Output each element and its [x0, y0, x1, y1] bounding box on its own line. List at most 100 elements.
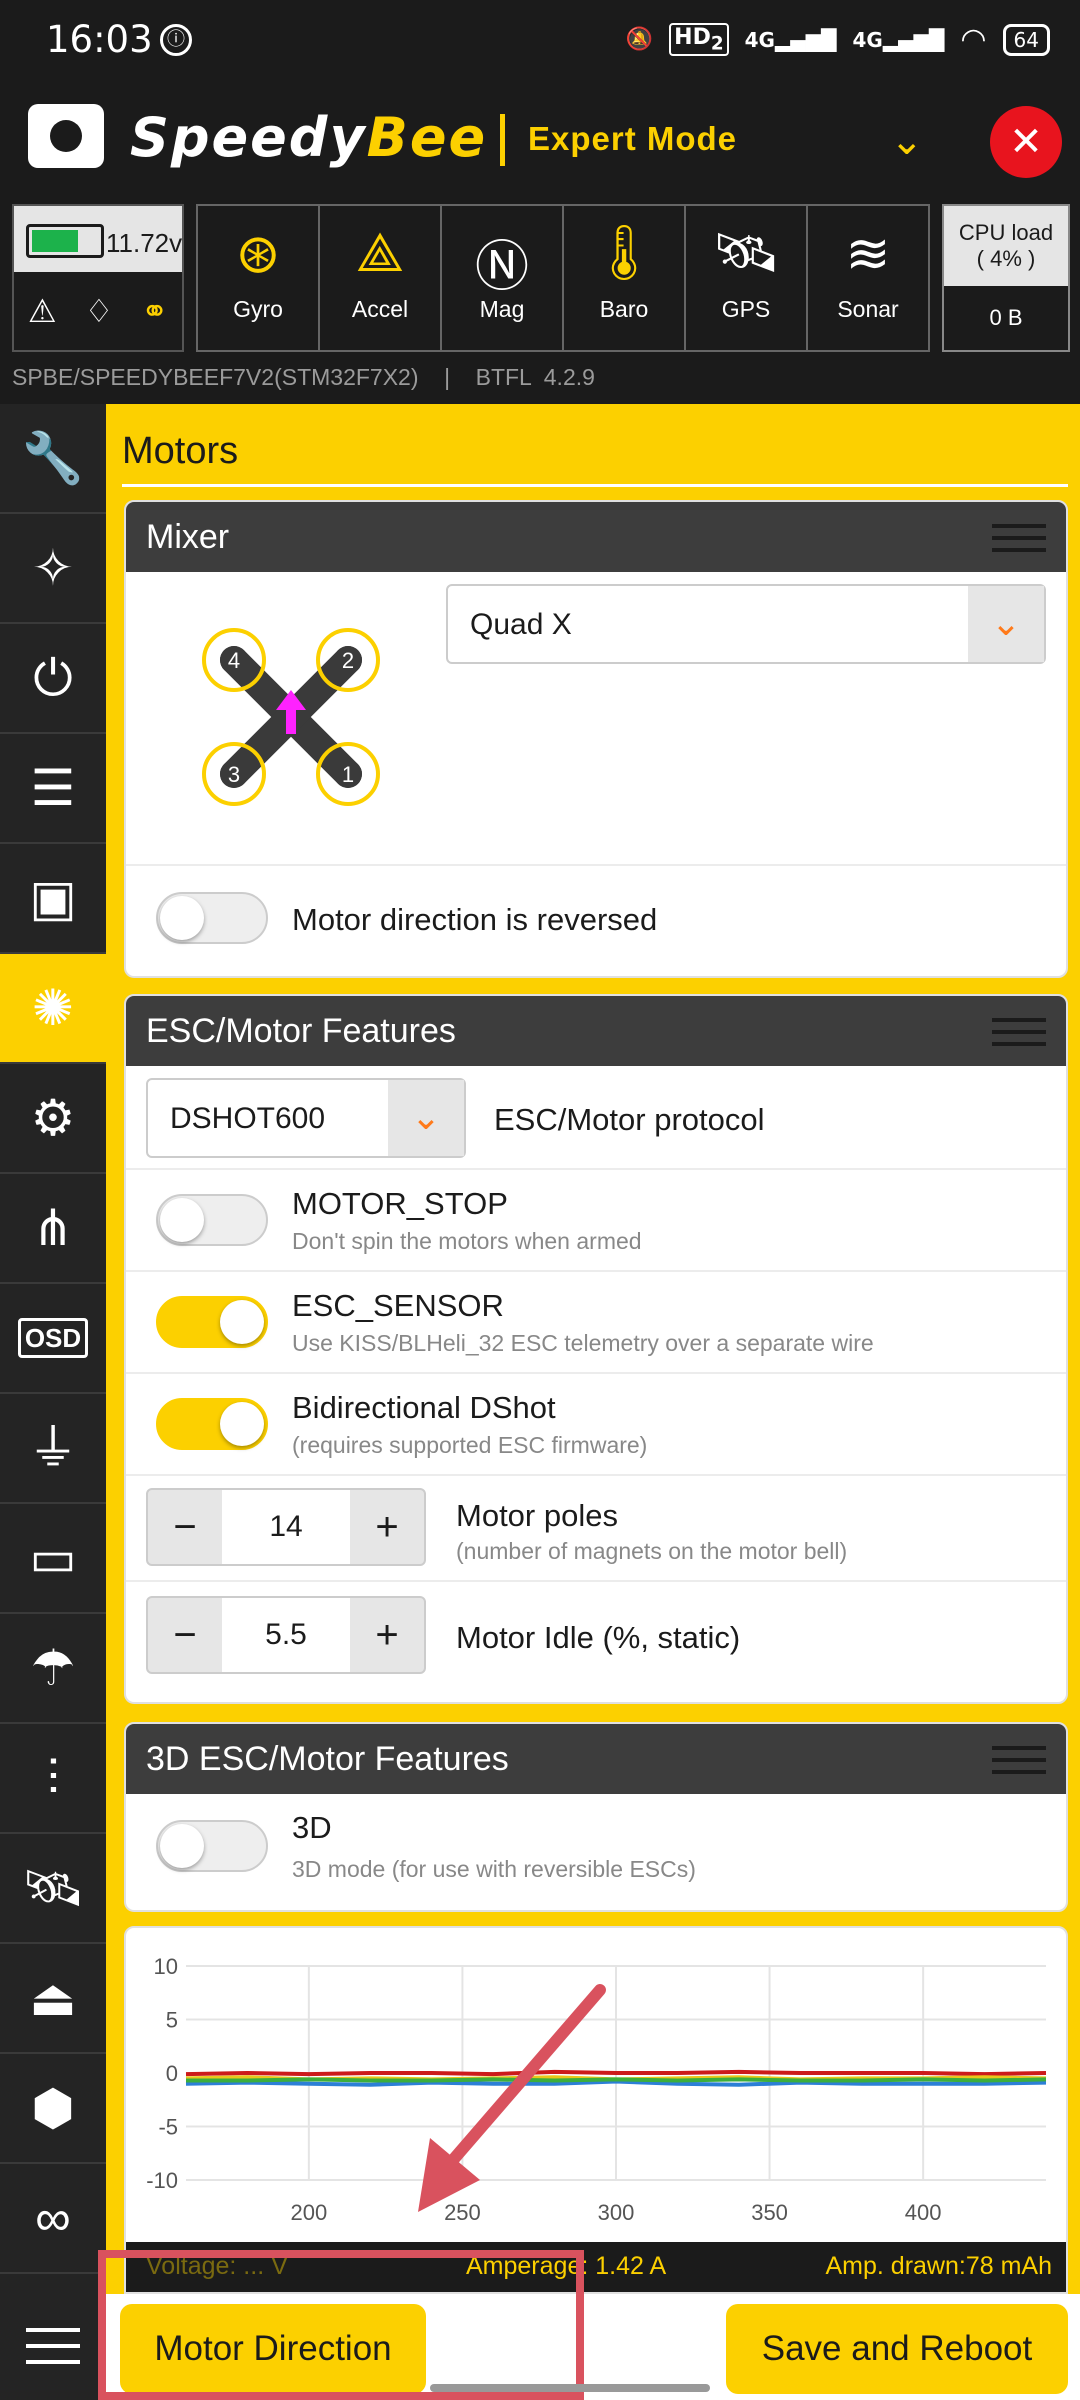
- sidebar-item-link[interactable]: ∞: [0, 2164, 106, 2274]
- sidebar-item-receiver[interactable]: ▣: [0, 844, 106, 954]
- memory-usage: 0 B: [989, 305, 1023, 330]
- y-tick-label: 10: [154, 1954, 178, 1979]
- reverse-label: Motor direction is reversed: [292, 902, 658, 937]
- sidebar-item-settings[interactable]: ⚙: [0, 1064, 106, 1174]
- gear-icon: ⚙: [30, 1090, 76, 1146]
- hd-badge: HD2: [669, 22, 729, 57]
- increment-button[interactable]: +: [350, 1598, 424, 1672]
- bidirectional-dshot-toggle[interactable]: [156, 1398, 268, 1450]
- sidebar-item-power[interactable]: ▭: [0, 1504, 106, 1614]
- series-line-0: [185, 2069, 1047, 2077]
- mixer-select[interactable]: Quad X ⌄: [446, 584, 1046, 664]
- link-icon: ⚭: [141, 293, 169, 329]
- toggles-icon: ☰: [30, 760, 76, 816]
- battery-level-icon: [26, 224, 104, 258]
- save-and-reboot-button[interactable]: Save and Reboot: [726, 2304, 1068, 2394]
- mode-selector[interactable]: Expert Mode: [528, 120, 737, 158]
- motors-page: Motors Mixer 4 2 3 1 Quad X ⌄ Motor dire…: [106, 404, 1080, 2294]
- warning-icon: ⚠: [27, 293, 57, 329]
- sidebar-item-led[interactable]: ⏏: [0, 1944, 106, 2054]
- mixer-panel: Mixer 4 2 3 1 Quad X ⌄ Motor direction i…: [124, 500, 1068, 978]
- motor-stop-row: MOTOR_STOP Don't spin the motors when ar…: [126, 1170, 1066, 1272]
- y-tick-label: -5: [158, 2115, 178, 2140]
- chevron-down-icon[interactable]: ⌄: [968, 586, 1044, 662]
- esc-3d-panel: 3D ESC/Motor Features 3D 3D mode (for us…: [124, 1722, 1068, 1912]
- motor-stop-toggle[interactable]: [156, 1194, 268, 1246]
- sidebar-item-vtx[interactable]: ⏚: [0, 1394, 106, 1504]
- status-time: 16:03: [46, 18, 153, 61]
- cube-icon: ⬢: [31, 2080, 75, 2136]
- sidebar-item-failsafe[interactable]: ☂: [0, 1614, 106, 1724]
- status-bar: 16:03 ⓘ 🔕 HD2 4G▂▄▆█ 4G▂▄▆█ ◠ 64: [0, 0, 1080, 84]
- drag-handle-icon[interactable]: [992, 1746, 1046, 1774]
- motor-poles-stepper: − 14 +: [146, 1488, 426, 1566]
- parachute-icon: ♢: [84, 293, 114, 329]
- sidebar-item-modes[interactable]: ⋔: [0, 1174, 106, 1284]
- brand-separator: [500, 114, 505, 166]
- decrement-button[interactable]: −: [148, 1490, 222, 1564]
- motor-idle-stepper: − 5.5 +: [146, 1596, 426, 1674]
- increment-button[interactable]: +: [350, 1490, 424, 1564]
- accel-icon: ⟁: [355, 223, 405, 283]
- svg-text:3: 3: [228, 762, 240, 787]
- wrench-icon: 🔧: [21, 430, 85, 486]
- drag-handle-icon[interactable]: [992, 1018, 1046, 1046]
- decrement-button[interactable]: −: [148, 1598, 222, 1672]
- sidebar-item-osd[interactable]: OSD: [0, 1284, 106, 1394]
- panel-header: Mixer: [126, 502, 1066, 572]
- y-tick-label: 0: [166, 2061, 178, 2086]
- sidebar-item-wizard[interactable]: ✧: [0, 514, 106, 624]
- sonar-icon: ≋: [845, 224, 891, 284]
- page-title: Motors: [122, 430, 239, 472]
- bidir-desc: (requires supported ESC firmware): [292, 1432, 648, 1458]
- protocol-label: ESC/Motor protocol: [494, 1102, 765, 1137]
- sensor-bar: 11.72v ⚠ ♢ ⚭ ⊛ Gyro ⟁ Accel Ⓝ Mag 🌡 Baro 🛰 GP…: [0, 200, 1080, 356]
- disconnect-button[interactable]: ✕: [990, 106, 1062, 178]
- satellite-icon: 🛰: [711, 223, 781, 283]
- sidebar-item-blackbox[interactable]: ⬢: [0, 2054, 106, 2164]
- protocol-row: DSHOT600 ⌄ ESC/Motor protocol: [126, 1066, 1066, 1170]
- sensor-gps: 🛰 GPS: [686, 206, 808, 350]
- esc-protocol-select[interactable]: DSHOT600 ⌄: [146, 1078, 466, 1158]
- battery-charge-icon: ▭: [29, 1530, 77, 1586]
- svg-text:4: 4: [228, 648, 240, 673]
- y-tick-label: 5: [166, 2008, 178, 2033]
- thermometer-icon: 🌡: [589, 223, 659, 283]
- motor-direction-reversed-toggle[interactable]: [156, 892, 268, 944]
- esc-sensor-toggle[interactable]: [156, 1296, 268, 1348]
- panel-header: ESC/Motor Features: [126, 996, 1066, 1066]
- sidebar-item-setup[interactable]: 🔧: [0, 404, 106, 514]
- sidebar-item-gps[interactable]: 🛰: [0, 1834, 106, 1944]
- home-indicator: [430, 2384, 710, 2392]
- sliders-icon: ⫶: [46, 1750, 60, 1806]
- mixer-row: 4 2 3 1 Quad X ⌄: [126, 572, 1066, 866]
- reverse-row: Motor direction is reversed: [126, 866, 1066, 976]
- sidebar-item-motors[interactable]: ✺: [0, 954, 106, 1064]
- cpu-load: CPU load( 4% ) 0 B: [942, 204, 1070, 352]
- signal-icon-2: 4G▂▄▆█: [852, 27, 945, 52]
- panel-header: 3D ESC/Motor Features: [126, 1724, 1066, 1794]
- drag-handle-icon[interactable]: [992, 524, 1046, 552]
- sidebar-item-configuration[interactable]: ☰: [0, 734, 106, 844]
- toolbox-icon[interactable]: [28, 104, 104, 168]
- sidebar-item-ports[interactable]: ⏻: [0, 624, 106, 734]
- highlight-box: [98, 2250, 584, 2400]
- 3d-mode-toggle[interactable]: [156, 1820, 268, 1872]
- x-tick-label: 350: [751, 2200, 788, 2225]
- svg-text:1: 1: [342, 762, 354, 787]
- motor-idle-input[interactable]: 5.5: [222, 1598, 350, 1672]
- brand-logo: SpeedyBee: [130, 106, 488, 169]
- chevron-down-icon[interactable]: ⌄: [388, 1080, 464, 1156]
- plug-off-icon: ✕: [1009, 120, 1043, 164]
- esc-sensor-desc: Use KISS/BLHeli_32 ESC telemetry over a …: [292, 1330, 874, 1356]
- motor-poles-input[interactable]: 14: [222, 1490, 350, 1564]
- plug-icon: ⏻: [33, 650, 73, 706]
- y-tick-label: -10: [146, 2168, 178, 2193]
- sensor-baro: 🌡 Baro: [564, 206, 686, 350]
- x-tick-label: 250: [444, 2200, 481, 2225]
- sidebar-item-pid[interactable]: ⫶: [0, 1724, 106, 1834]
- chevron-down-icon[interactable]: ⌄: [890, 118, 924, 164]
- menu-button[interactable]: [0, 2294, 106, 2400]
- motor-poles-row: − 14 + Motor poles (number of magnets on…: [126, 1476, 1066, 1582]
- motor-icon: ✺: [32, 980, 74, 1036]
